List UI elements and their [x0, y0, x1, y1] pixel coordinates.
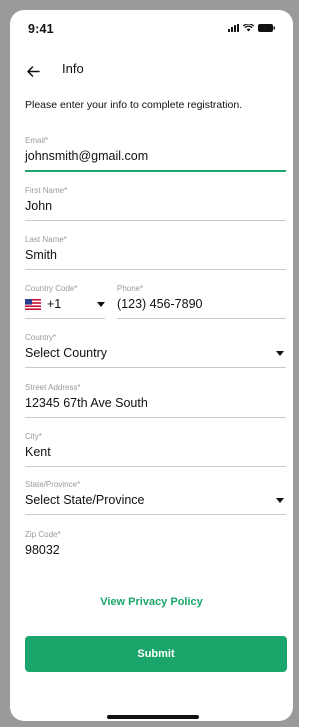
first-name-value[interactable]: John [25, 198, 286, 214]
city-label: City* [25, 432, 42, 441]
privacy-policy-link[interactable]: View Privacy Policy [10, 596, 293, 608]
page-title: Info [62, 61, 84, 76]
wifi-icon [243, 24, 254, 32]
submit-button[interactable]: Submit [25, 636, 287, 672]
phone-underline [117, 318, 286, 319]
status-time: 9:41 [28, 22, 54, 36]
intro-text: Please enter your info to complete regis… [25, 99, 243, 111]
app-screen: 9:41 Info Please enter your info to comp… [10, 10, 293, 721]
state-label: State/Province* [25, 480, 81, 489]
first-name-underline [25, 220, 286, 221]
email-label: Email* [25, 136, 49, 145]
zip-code-label: Zip Code* [25, 530, 61, 539]
state-select[interactable]: State/Province* Select State/Province [25, 480, 286, 515]
street-address-value[interactable]: 12345 67th Ave South [25, 395, 286, 411]
phone-value[interactable]: (123) 456-7890 [117, 296, 286, 312]
arrow-left-icon [26, 65, 40, 77]
country-value: Select Country [25, 346, 107, 360]
back-button[interactable] [22, 60, 44, 82]
battery-icon [258, 24, 275, 32]
street-address-field[interactable]: Street Address* 12345 67th Ave South [25, 383, 286, 418]
state-underline [25, 514, 286, 515]
device-frame: 9:41 Info Please enter your info to comp… [0, 0, 299, 727]
status-bar: 9:41 [10, 10, 293, 44]
country-code-value: +1 [47, 297, 62, 311]
country-label: Country* [25, 333, 57, 342]
home-indicator[interactable] [107, 715, 199, 719]
country-code-inner: Country Code* +1 [25, 284, 105, 319]
last-name-label: Last Name* [25, 235, 67, 244]
city-underline [25, 466, 286, 467]
us-flag-icon [25, 298, 41, 310]
street-address-label: Street Address* [25, 383, 81, 392]
country-code-label: Country Code* [25, 284, 78, 293]
chevron-down-icon [97, 301, 105, 307]
country-code-select[interactable]: Country Code* +1 [25, 284, 105, 319]
email-field[interactable]: Email* johnsmith@gmail.com [25, 136, 286, 172]
country-code-row: +1 [25, 296, 105, 312]
country-row: Select Country [25, 345, 286, 361]
zip-code-field[interactable]: Zip Code* 98032 [25, 530, 286, 558]
country-underline [25, 367, 286, 368]
state-value: Select State/Province [25, 493, 145, 507]
last-name-underline [25, 269, 286, 270]
phone-label: Phone* [117, 284, 144, 293]
chevron-down-icon [276, 497, 284, 503]
state-row: Select State/Province [25, 492, 286, 508]
country-code-underline [25, 318, 105, 319]
street-address-underline [25, 417, 286, 418]
last-name-field[interactable]: Last Name* Smith [25, 235, 286, 270]
first-name-label: First Name* [25, 186, 68, 195]
country-select[interactable]: Country* Select Country [25, 333, 286, 368]
phone-field[interactable]: Phone* (123) 456-7890 [117, 284, 286, 319]
zip-code-value[interactable]: 98032 [25, 542, 286, 558]
email-value[interactable]: johnsmith@gmail.com [25, 148, 286, 164]
city-value[interactable]: Kent [25, 444, 286, 460]
first-name-field[interactable]: First Name* John [25, 186, 286, 221]
email-underline [25, 170, 286, 172]
phone-inner: Phone* (123) 456-7890 [117, 284, 286, 319]
city-field[interactable]: City* Kent [25, 432, 286, 467]
status-icons [228, 24, 275, 32]
header: Info [10, 54, 293, 84]
signal-icon [228, 24, 239, 32]
chevron-down-icon [276, 350, 284, 356]
last-name-value[interactable]: Smith [25, 247, 286, 263]
